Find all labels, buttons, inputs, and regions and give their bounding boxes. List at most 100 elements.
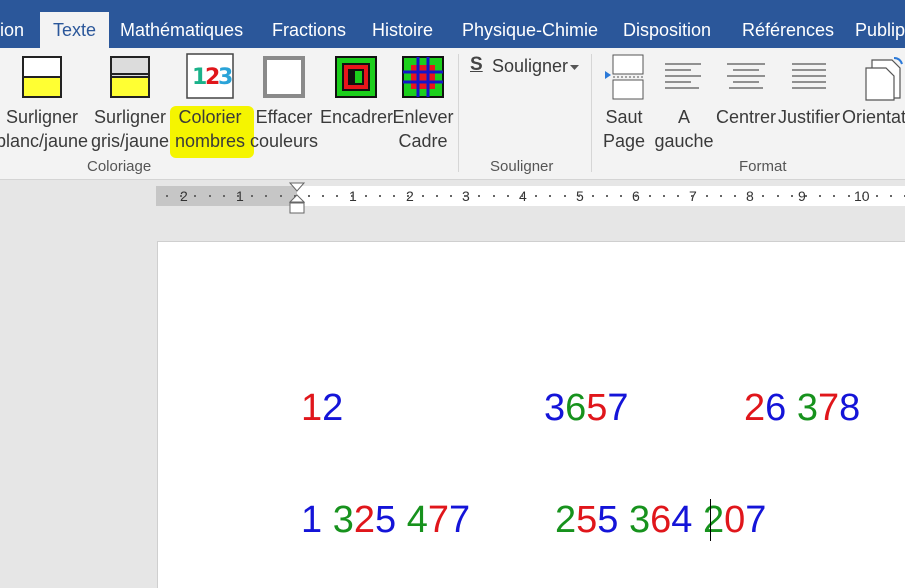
highlight-white-yellow-label-1: Surligner (5, 107, 79, 127)
highlight-grey-yellow-icon (110, 56, 150, 98)
ruler-tick (833, 195, 835, 197)
tab-publipostage-partial[interactable]: Publip (855, 12, 905, 48)
page-break-label-1: Saut (605, 107, 643, 127)
ruler-tick (549, 195, 551, 197)
number-digit: 2 (322, 387, 344, 429)
number-digit: 7 (607, 387, 629, 429)
page-break-button[interactable]: Saut Page (596, 48, 652, 158)
ruler-tick (606, 195, 608, 197)
number-digit (692, 499, 703, 541)
indent-marker-icon[interactable] (289, 182, 305, 215)
ruler-tick (819, 195, 821, 197)
highlight-grey-yellow-button[interactable]: Surligner gris/jaune (86, 48, 174, 158)
number-digit: 7 (817, 387, 840, 429)
ruler-tick (450, 195, 452, 197)
ruler-tick (351, 195, 353, 197)
ruler-margin-zone (156, 186, 297, 206)
ruler-tick (280, 195, 282, 197)
color-numbers-label-2: nombres (174, 131, 246, 151)
underline-dropdown-button[interactable]: S Souligner (468, 54, 584, 80)
frame-icon (335, 56, 377, 98)
document-page[interactable]: 12 3657 26 378 1 325 477 255 364 207 (157, 241, 905, 588)
highlight-grey-yellow-label-1: Surligner (93, 107, 167, 127)
tab-partial-left[interactable]: ion (0, 12, 24, 48)
tab-mathematiques[interactable]: Mathématiques (120, 12, 243, 48)
ruler-tick (691, 195, 693, 197)
orientation-button[interactable]: Orientat (842, 48, 905, 158)
justify-button[interactable]: Justifier (776, 48, 842, 158)
ruler-tick (407, 195, 409, 197)
number-digit: 2 (353, 499, 375, 541)
ruler-tick (876, 195, 878, 197)
number-digit (618, 499, 629, 541)
horizontal-ruler[interactable]: 2 1 1 2 3 4 5 6 7 8 9 10 (156, 186, 905, 206)
ruler-tick (265, 195, 267, 197)
ruler-tick (862, 195, 864, 197)
erase-colors-icon (263, 56, 305, 98)
number-digit: 1 (301, 387, 323, 429)
number-digit: 3 (628, 499, 651, 541)
ruler-tick (393, 195, 395, 197)
tab-references[interactable]: Références (742, 12, 834, 48)
ruler-tick (166, 195, 168, 197)
ruler-tick (748, 195, 750, 197)
number-digit: 0 (724, 499, 746, 541)
highlight-white-yellow-button[interactable]: Surligner blanc/jaune (0, 48, 100, 158)
ruler-tick (805, 195, 807, 197)
number-digit: 6 (650, 499, 672, 541)
number-digit: 5 (374, 499, 397, 541)
group-separator (591, 54, 592, 172)
justify-label-1: Justifier (777, 107, 840, 127)
ruler-tick (777, 195, 779, 197)
svg-text:3: 3 (218, 65, 233, 90)
ruler-tick (209, 195, 211, 197)
ruler-tick (734, 195, 736, 197)
ribbon-tab-bar: ion Texte Mathématiques Fractions Histoi… (0, 0, 905, 48)
orientation-label-1: Orientat (842, 107, 905, 127)
remove-frame-label-1: Enlever (392, 107, 454, 127)
group-separator (458, 54, 459, 172)
remove-frame-button[interactable]: Enlever Cadre (392, 48, 454, 158)
colored-number: 3657 (544, 386, 629, 430)
erase-colors-label-1: Effacer (255, 107, 313, 127)
number-digit: 3 (332, 499, 354, 541)
ruler-tick (507, 195, 509, 197)
tab-disposition[interactable]: Disposition (623, 12, 711, 48)
colored-number: 1 325 477 (301, 498, 470, 542)
number-digit: 7 (427, 499, 449, 541)
number-digit: 2 (702, 499, 725, 541)
number-digit: 3 (796, 387, 818, 429)
tab-histoire[interactable]: Histoire (372, 12, 433, 48)
ruler-tick (578, 195, 580, 197)
ruler-tick (223, 195, 225, 197)
frame-button[interactable]: Encadrer (320, 48, 393, 158)
align-left-button[interactable]: A gauche (652, 48, 716, 158)
ruler-tick (336, 195, 338, 197)
align-center-label-1: Centrer (716, 107, 777, 127)
group-label-souligner: Souligner (490, 158, 554, 175)
tab-texte[interactable]: Texte (40, 12, 110, 48)
number-digit (322, 499, 333, 541)
number-digit (786, 387, 797, 429)
number-digit: 6 (565, 387, 587, 429)
align-center-button[interactable]: Centrer (716, 48, 776, 158)
color-numbers-label-1: Colorier (178, 107, 242, 127)
tab-fractions[interactable]: Fractions (272, 12, 346, 48)
ruler-tick (180, 195, 182, 197)
ruler-tick (564, 195, 566, 197)
ruler-tick (365, 195, 367, 197)
ruler-tick (535, 195, 537, 197)
number-digit: 4 (671, 499, 693, 541)
tab-physique-chimie[interactable]: Physique-Chimie (462, 12, 598, 48)
highlight-white-yellow-icon (22, 56, 62, 98)
group-label-format: Format (739, 158, 787, 175)
page-break-icon (605, 54, 644, 100)
page-break-label-2: Page (602, 131, 646, 151)
erase-colors-button[interactable]: Effacer couleurs (248, 48, 320, 158)
group-label-coloriage: Coloriage (87, 158, 152, 175)
color-numbers-button[interactable]: 1 2 3 Colorier nombres (170, 48, 250, 158)
number-digit: 7 (745, 499, 767, 541)
ruler-tick (663, 195, 665, 197)
ruler-tick (762, 195, 764, 197)
number-digit: 5 (586, 387, 608, 429)
